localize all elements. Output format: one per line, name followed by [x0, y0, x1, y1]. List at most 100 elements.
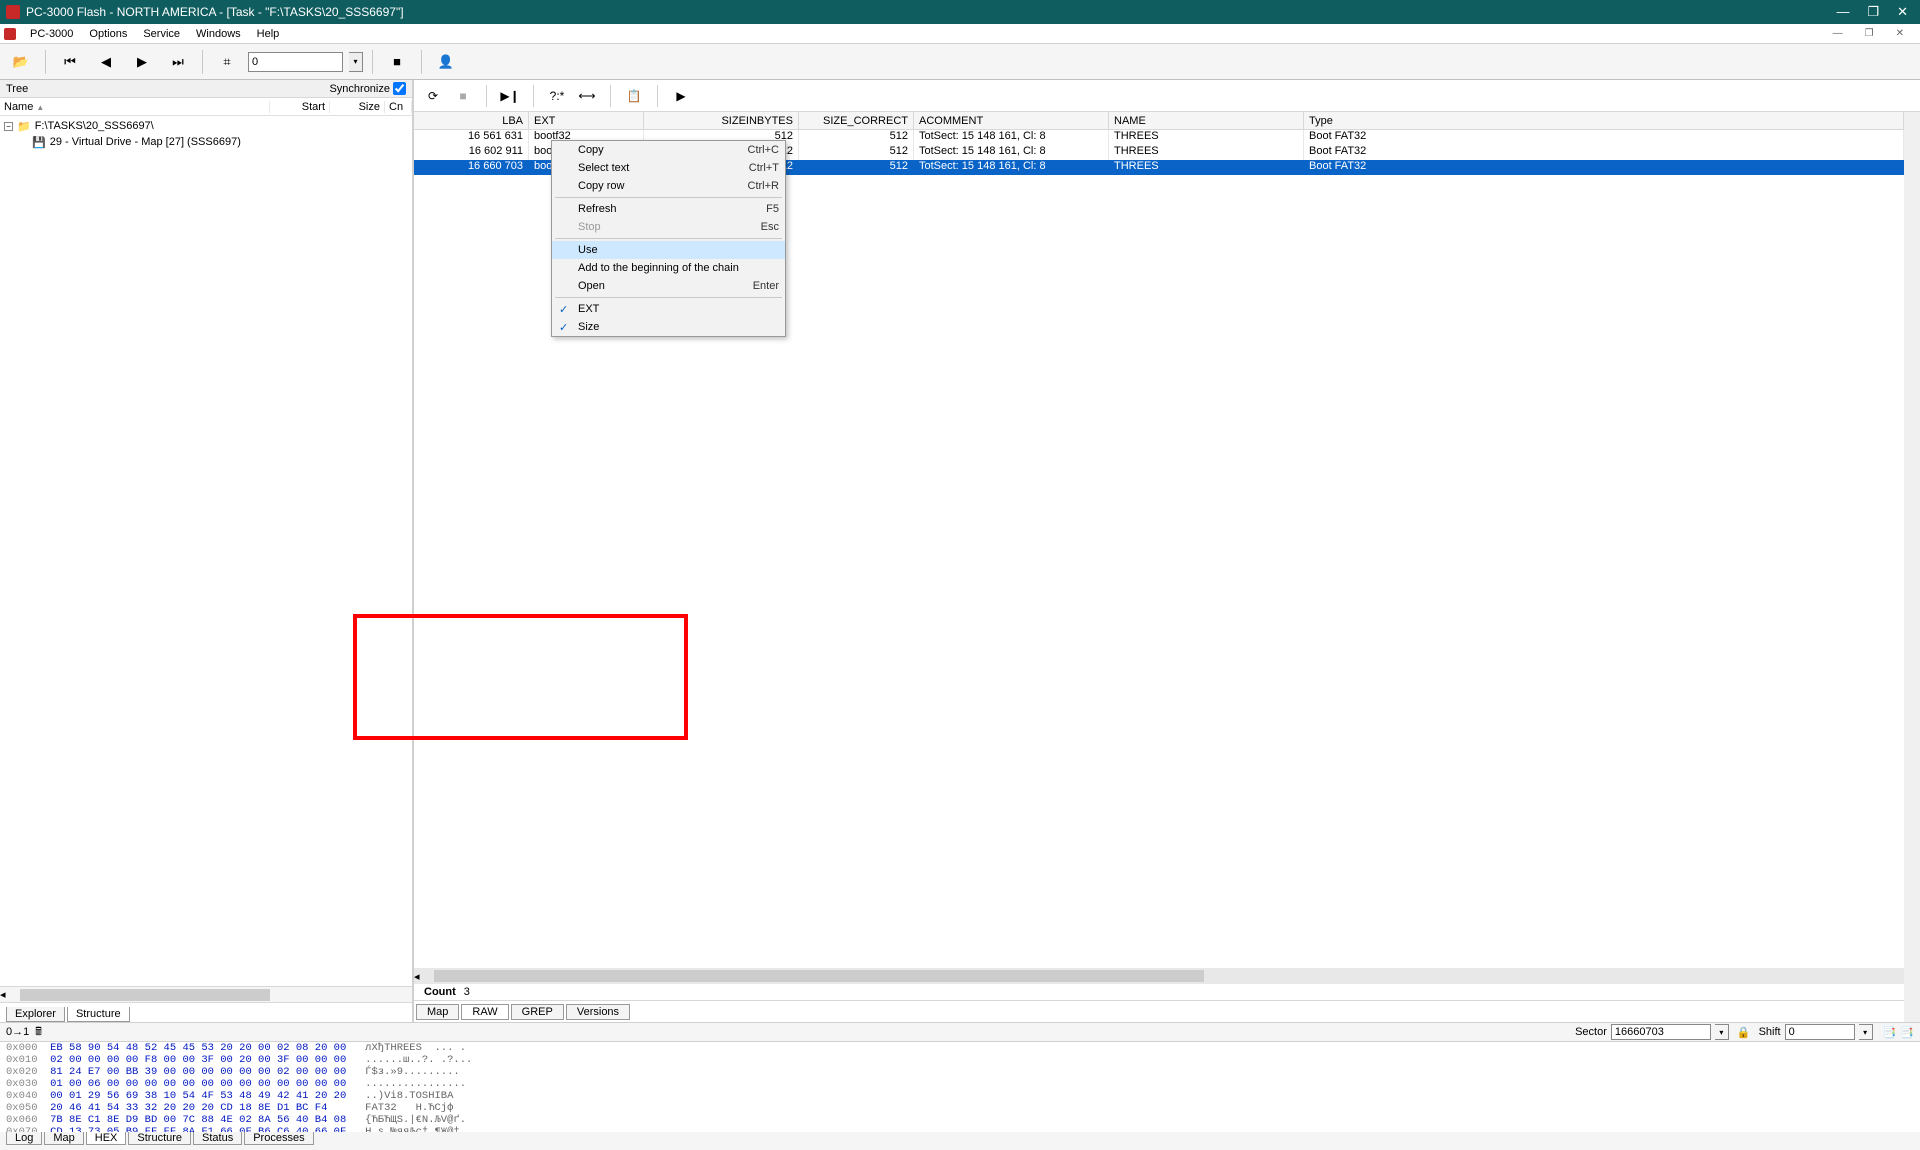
right-v-scrollbar[interactable]	[1904, 112, 1920, 1022]
tree-root-row[interactable]: − 📁 F:\TASKS\20_SSS6697\	[4, 118, 408, 134]
tab-map[interactable]: Map	[416, 1004, 459, 1020]
col-name[interactable]: Name	[4, 101, 33, 113]
col-lba[interactable]: LBA	[414, 112, 529, 129]
run-button[interactable]: ▶	[670, 85, 692, 107]
ctx-ext[interactable]: EXT	[552, 300, 785, 318]
play-button[interactable]: ▶❙	[499, 85, 521, 107]
stop-button[interactable]: ■	[382, 48, 412, 76]
col-sizeinbytes[interactable]: SIZEINBYTES	[644, 112, 799, 129]
tree-child-label: 29 - Virtual Drive - Map [27] (SSS6697)	[50, 136, 241, 148]
refresh-button[interactable]: ⟳	[422, 85, 444, 107]
hex-view[interactable]: 0x000 EB 58 90 54 48 52 45 45 53 20 20 0…	[0, 1042, 1920, 1132]
ctx-copy[interactable]: CopyCtrl+C	[552, 141, 785, 159]
ctx-add-begin[interactable]: Add to the beginning of the chain	[552, 259, 785, 277]
mdi-close[interactable]: ✕	[1888, 28, 1912, 39]
tree-child-row[interactable]: 💾 29 - Virtual Drive - Map [27] (SSS6697…	[4, 134, 408, 150]
main-toolbar: 📂 ⏮ ◀ ▶ ⏭ ⌗ ▾ ■ 👤	[0, 44, 1920, 80]
collapse-icon[interactable]: −	[4, 122, 13, 131]
ctx-stop: StopEsc	[552, 218, 785, 236]
sector-label: Sector	[1575, 1026, 1607, 1038]
sync-checkbox[interactable]	[393, 82, 406, 95]
tab-raw[interactable]: RAW	[461, 1004, 508, 1020]
stop-grid-button[interactable]: ■	[452, 85, 474, 107]
window-title: PC-3000 Flash - NORTH AMERICA - [Task - …	[26, 5, 1836, 19]
position-input[interactable]	[248, 52, 343, 72]
ctx-open[interactable]: OpenEnter	[552, 277, 785, 295]
folder-icon: 📁	[17, 120, 31, 133]
col-ext[interactable]: EXT	[529, 112, 644, 129]
sector-dropdown[interactable]: ▾	[1715, 1024, 1729, 1040]
tab-processes[interactable]: Processes	[244, 1132, 313, 1145]
ctx-use[interactable]: Use	[552, 241, 785, 259]
tab-structure-bottom[interactable]: Structure	[128, 1132, 191, 1145]
title-bar: PC-3000 Flash - NORTH AMERICA - [Task - …	[0, 0, 1920, 24]
count-label: Count	[424, 986, 456, 998]
ctx-copy-row[interactable]: Copy rowCtrl+R	[552, 177, 785, 195]
menu-bar: PC-3000 Options Service Windows Help — ❐…	[0, 24, 1920, 44]
ctx-refresh[interactable]: RefreshF5	[552, 200, 785, 218]
grid-button[interactable]: ⌗	[212, 48, 242, 76]
open-task-button[interactable]: 📂	[6, 48, 36, 76]
count-value: 3	[464, 986, 470, 998]
tab-log[interactable]: Log	[6, 1132, 42, 1145]
sync-label: Synchronize	[329, 83, 390, 95]
menu-windows[interactable]: Windows	[188, 28, 249, 40]
tab-grep[interactable]: GREP	[511, 1004, 564, 1020]
tab-map-bottom[interactable]: Map	[44, 1132, 83, 1145]
mdi-restore[interactable]: ❐	[1857, 28, 1882, 39]
close-button[interactable]: ✕	[1897, 4, 1908, 20]
menu-help[interactable]: Help	[249, 28, 288, 40]
menu-service[interactable]: Service	[135, 28, 188, 40]
context-menu: CopyCtrl+C Select textCtrl+T Copy rowCtr…	[551, 140, 786, 337]
col-acomment[interactable]: ACOMMENT	[914, 112, 1109, 129]
grid-header: LBA EXT SIZEINBYTES SIZE_CORRECT ACOMMEN…	[414, 112, 1904, 130]
range-button[interactable]: ⟷	[576, 85, 598, 107]
col-name-grid[interactable]: NAME	[1109, 112, 1304, 129]
nav-last-button[interactable]: ⏭	[163, 48, 193, 76]
mdi-minimize[interactable]: —	[1825, 28, 1851, 39]
right-h-scrollbar[interactable]: ◂	[414, 968, 1904, 984]
marker1-icon[interactable]: 📑	[1883, 1026, 1897, 1039]
col-sizecorrect[interactable]: SIZE_CORRECT	[799, 112, 914, 129]
tree-label: Tree	[6, 83, 28, 95]
col-cn[interactable]: Cn	[385, 101, 412, 113]
col-size[interactable]: Size	[330, 101, 385, 113]
app-icon	[6, 5, 20, 19]
tab-explorer[interactable]: Explorer	[6, 1007, 65, 1022]
drive-icon: 💾	[32, 136, 46, 149]
minimize-button[interactable]: —	[1836, 4, 1849, 20]
left-pane: Tree Synchronize Name ▲ Start Size Cn − …	[0, 80, 414, 1022]
menu-options[interactable]: Options	[81, 28, 135, 40]
sector-input[interactable]	[1611, 1024, 1711, 1040]
calc-icon[interactable]: 🖩	[35, 1023, 42, 1042]
maximize-button[interactable]: ❐	[1867, 4, 1879, 20]
col-type[interactable]: Type	[1304, 112, 1904, 129]
left-h-scrollbar[interactable]: ◂	[0, 986, 412, 1002]
nav-prev-button[interactable]: ◀	[91, 48, 121, 76]
col-start[interactable]: Start	[270, 101, 330, 113]
ctx-select-text[interactable]: Select textCtrl+T	[552, 159, 785, 177]
explorer-button[interactable]: 👤	[431, 48, 461, 76]
marker2-icon[interactable]: 📑	[1900, 1026, 1914, 1039]
hex-mode-icon[interactable]: 0→1	[6, 1026, 29, 1038]
nav-first-button[interactable]: ⏮	[55, 48, 85, 76]
shift-input[interactable]	[1785, 1024, 1855, 1040]
grid-body[interactable]: 16 561 631bootf32512512TotSect: 15 148 1…	[414, 130, 1904, 968]
hex-toolbar: 0→1 🖩 Sector ▾ 🔒 Shift ▾ 📑 📑	[0, 1022, 1920, 1042]
wildcard-button[interactable]: ?:*	[546, 85, 568, 107]
bottom-tab-bar: Log Map HEX Structure Status Processes	[0, 1132, 1920, 1150]
tab-status[interactable]: Status	[193, 1132, 242, 1145]
shift-dropdown[interactable]: ▾	[1859, 1024, 1873, 1040]
position-dropdown[interactable]: ▾	[349, 52, 363, 72]
shift-label: Shift	[1759, 1026, 1781, 1038]
menu-pc3000[interactable]: PC-3000	[22, 28, 81, 40]
app-small-icon	[4, 28, 16, 40]
tab-structure-left[interactable]: Structure	[67, 1007, 130, 1022]
lock-icon[interactable]: 🔒	[1737, 1026, 1751, 1039]
nav-next-button[interactable]: ▶	[127, 48, 157, 76]
tab-hex[interactable]: HEX	[86, 1132, 127, 1145]
copy-button[interactable]: 📋	[623, 85, 645, 107]
tab-versions[interactable]: Versions	[566, 1004, 630, 1020]
ctx-size[interactable]: Size	[552, 318, 785, 336]
right-pane: ⟳ ■ ▶❙ ?:* ⟷ 📋 ▶ LBA EXT SIZEINBYTES SIZ…	[414, 80, 1920, 1022]
